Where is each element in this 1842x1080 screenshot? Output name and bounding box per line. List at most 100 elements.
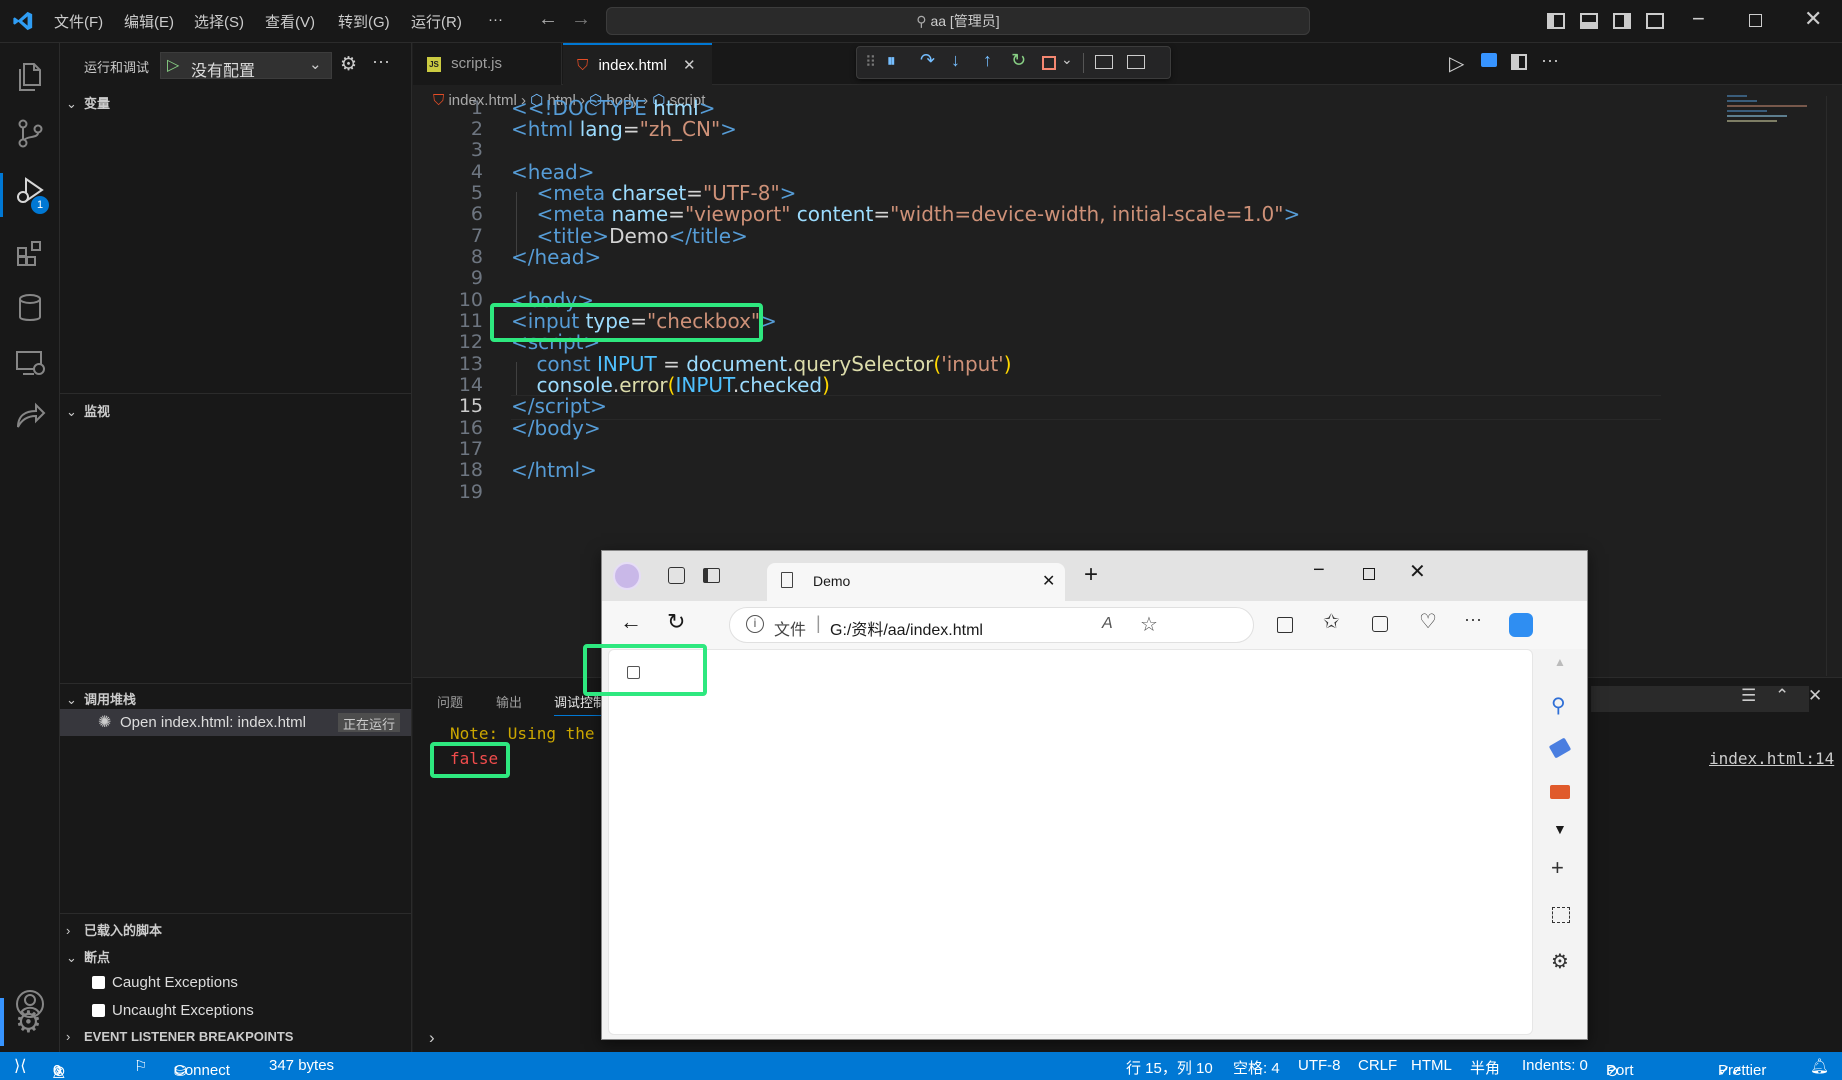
scroll-up-icon[interactable]: ▲	[1554, 655, 1566, 669]
vertical-tabs-icon[interactable]	[703, 568, 720, 583]
menu-more[interactable]: ···	[488, 11, 503, 28]
menu-selection[interactable]: 选择(S)	[194, 11, 244, 32]
settings-gear-icon[interactable]: ⚙	[1551, 949, 1569, 974]
run-icon[interactable]: ▷	[1449, 51, 1464, 76]
collections-icon[interactable]	[1372, 616, 1388, 632]
char-width[interactable]: 半角	[1470, 1057, 1500, 1078]
scrollbar[interactable]	[1826, 96, 1840, 676]
clear-console-icon[interactable]: ☰	[1741, 686, 1756, 706]
step-into-icon[interactable]: ↓	[951, 50, 960, 71]
explorer-icon[interactable]	[15, 61, 45, 93]
minimize-icon[interactable]: −	[1692, 6, 1705, 32]
remote-icon[interactable]: ⟩⟨	[14, 1056, 26, 1076]
notifications-bell-icon[interactable]: 🔔︎	[1810, 1057, 1829, 1075]
step-over-icon[interactable]: ↷	[920, 50, 935, 71]
stop-icon[interactable]	[1042, 56, 1056, 70]
encoding[interactable]: UTF-8	[1298, 1057, 1341, 1074]
toggle-secondary-sidebar-icon[interactable]	[1613, 13, 1631, 29]
debug-config-select[interactable]: ▷ 没有配置 ⌄	[160, 52, 332, 80]
close-window-icon[interactable]: ✕	[1409, 559, 1426, 584]
debug-run-icon[interactable]	[1481, 53, 1497, 67]
workspaces-icon[interactable]	[668, 567, 685, 584]
cursor-position[interactable]: 行 15，列 10	[1126, 1057, 1213, 1078]
menu-run[interactable]: 运行(R)	[411, 11, 462, 32]
menu-view[interactable]: 查看(V)	[265, 11, 315, 32]
back-arrow-icon[interactable]: ←	[538, 8, 558, 31]
checkbox[interactable]	[92, 1004, 105, 1017]
event-listener-section[interactable]: › EVENT LISTENER BREAKPOINTS	[66, 1029, 293, 1044]
variables-section[interactable]: ⌄ 变量	[66, 93, 110, 112]
restore-icon[interactable]	[1749, 14, 1762, 27]
console-prompt-icon[interactable]: ›	[429, 1028, 435, 1048]
settings-gear-icon[interactable]: ⚙	[15, 1005, 42, 1040]
start-debug-icon[interactable]: ▷	[167, 55, 179, 75]
gear-icon[interactable]: ⚙	[340, 53, 357, 76]
line-ending[interactable]: CRLF	[1358, 1057, 1397, 1074]
callstack-section[interactable]: ⌄ 调用堆栈	[66, 689, 136, 708]
tab-problems[interactable]: 问题	[437, 692, 463, 711]
refresh-icon[interactable]: ↻	[667, 609, 685, 635]
command-center-search[interactable]: ⚲ aa [管理员]	[606, 7, 1310, 35]
menu-edit[interactable]: 编辑(E)	[124, 11, 174, 32]
minimap[interactable]	[1727, 95, 1827, 135]
inspect-screen-icon[interactable]	[1095, 55, 1113, 69]
extensions-icon[interactable]	[15, 238, 45, 268]
database-icon[interactable]	[16, 293, 44, 323]
close-tab-icon[interactable]: ✕	[683, 57, 696, 74]
profile-avatar[interactable]	[613, 562, 641, 590]
debug-status-icon[interactable]: ⚐	[134, 1057, 147, 1075]
browser-tab[interactable]: Demo ✕	[767, 563, 1065, 601]
info-icon[interactable]: i	[746, 615, 764, 633]
favorite-star-icon[interactable]: ☆	[1140, 612, 1158, 637]
more-actions-icon[interactable]: ···	[372, 51, 390, 72]
remote-explorer-icon[interactable]	[14, 348, 46, 378]
browser-essentials-icon[interactable]: ♡	[1419, 609, 1437, 634]
tab-index-html[interactable]: ⛉ index.html ✕	[563, 43, 712, 85]
toggle-primary-sidebar-icon[interactable]	[1547, 13, 1565, 29]
screenshot-icon[interactable]	[1552, 907, 1570, 923]
read-aloud-icon[interactable]: A	[1102, 615, 1113, 633]
customize-layout-icon[interactable]	[1646, 13, 1664, 29]
pause-icon[interactable]: ⏸	[887, 51, 896, 71]
loaded-scripts-section[interactable]: › 已载入的脚本	[66, 920, 162, 939]
close-window-icon[interactable]: ✕	[1804, 6, 1822, 32]
indents-info[interactable]: Indents: 0	[1522, 1057, 1588, 1074]
search-icon[interactable]: ⚲	[1551, 693, 1566, 718]
maximize-icon[interactable]	[1363, 568, 1375, 580]
drag-handle-icon[interactable]: ⠿	[865, 53, 876, 71]
live-share-icon[interactable]	[14, 401, 46, 431]
close-panel-icon[interactable]: ✕	[1808, 686, 1822, 706]
back-arrow-icon[interactable]: ←	[620, 609, 642, 635]
menu-go[interactable]: 转到(G)	[338, 11, 390, 32]
url-field[interactable]: i 文件 | G:/资料/aa/index.html A ☆	[729, 607, 1254, 643]
source-link[interactable]: index.html:14	[1709, 749, 1834, 768]
forward-arrow-icon[interactable]: →	[571, 8, 591, 31]
open-browser-icon[interactable]	[1127, 55, 1145, 69]
copilot-icon[interactable]	[1509, 613, 1533, 637]
chevron-down-icon[interactable]: ⌄	[1061, 51, 1073, 68]
maximize-panel-icon[interactable]: ⌃	[1775, 686, 1789, 706]
minimize-icon[interactable]: −	[1313, 559, 1325, 582]
source-control-icon[interactable]	[15, 118, 45, 148]
new-tab-icon[interactable]: +	[1084, 561, 1098, 589]
indentation[interactable]: 空格: 4	[1233, 1057, 1280, 1078]
split-screen-icon[interactable]	[1277, 617, 1293, 633]
breakpoints-section[interactable]: ⌄ 断点	[66, 947, 110, 966]
more-actions-icon[interactable]: ···	[1541, 50, 1559, 71]
close-tab-icon[interactable]: ✕	[1042, 571, 1055, 591]
language-mode[interactable]: HTML	[1411, 1057, 1452, 1074]
expand-icon[interactable]: ▼	[1553, 821, 1567, 837]
add-icon[interactable]: +	[1551, 855, 1564, 881]
toggle-panel-icon[interactable]	[1580, 13, 1598, 29]
split-editor-icon[interactable]	[1511, 54, 1527, 70]
tab-script-js[interactable]: JS script.js	[413, 43, 562, 85]
callstack-item[interactable]: ✺ Open index.html: index.html 正在运行	[60, 709, 411, 736]
favorites-icon[interactable]: ✩	[1323, 609, 1340, 634]
step-out-icon[interactable]: ↑	[983, 50, 992, 71]
watch-section[interactable]: ⌄ 监视	[66, 401, 110, 420]
menu-file[interactable]: 文件(F)	[54, 11, 103, 32]
tab-output[interactable]: 输出	[496, 692, 522, 711]
shopping-tag-icon[interactable]	[1548, 737, 1572, 759]
more-actions-icon[interactable]: ···	[1464, 609, 1482, 630]
tools-icon[interactable]	[1550, 785, 1570, 799]
